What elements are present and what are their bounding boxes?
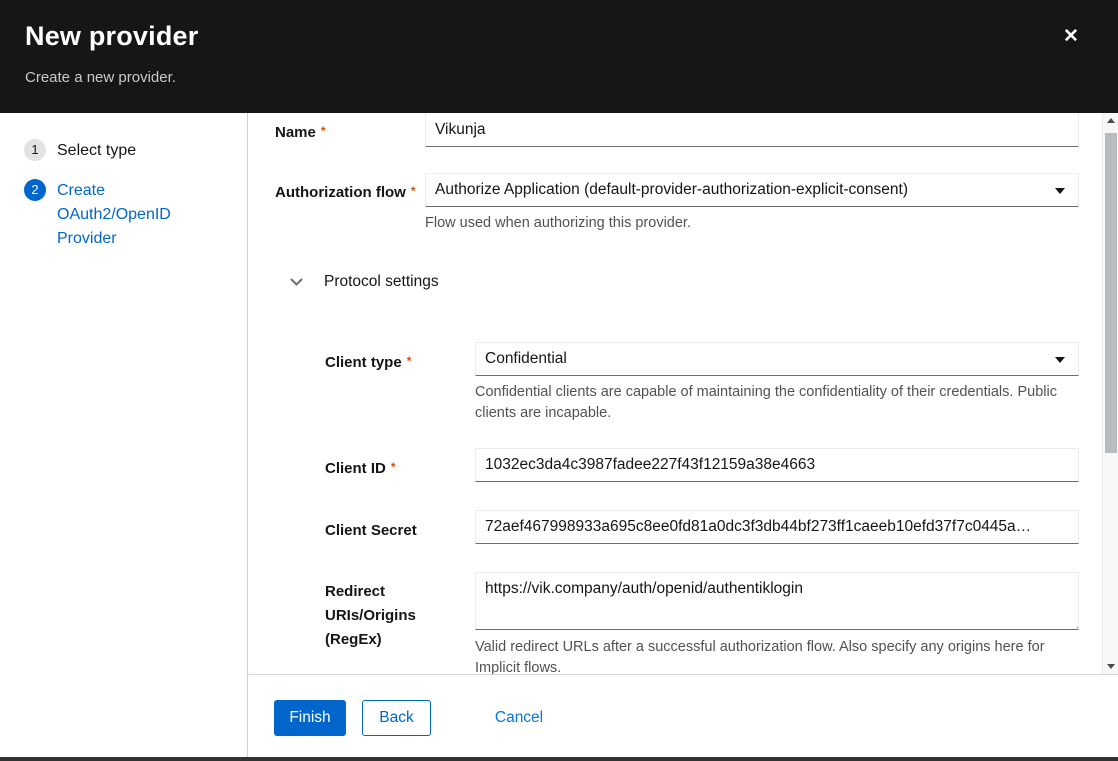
authorization-flow-help: Flow used when authorizing this provider… bbox=[425, 213, 1065, 234]
name-label: Name* bbox=[275, 121, 326, 145]
name-input[interactable] bbox=[425, 113, 1079, 147]
step-label: Create OAuth2/OpenID Provider bbox=[57, 179, 189, 251]
modal-header: New provider Create a new provider. ✕ bbox=[0, 0, 1118, 113]
client-type-select[interactable]: Confidential bbox=[475, 342, 1079, 376]
background-page-edge bbox=[0, 757, 1118, 761]
selected-option-label: Confidential bbox=[485, 350, 567, 368]
vertical-scrollbar-track[interactable] bbox=[1102, 113, 1118, 674]
close-button[interactable]: ✕ bbox=[1058, 24, 1084, 50]
wizard-step-create-provider[interactable]: 2 Create OAuth2/OpenID Provider bbox=[24, 179, 189, 251]
wizard-footer: Finish Back Cancel bbox=[249, 675, 1118, 757]
back-button[interactable]: Back bbox=[362, 700, 431, 736]
client-id-label: Client ID* bbox=[325, 457, 396, 481]
redirect-uris-textarea[interactable]: https://vik.company/auth/openid/authenti… bbox=[475, 572, 1079, 630]
scrollbar-thumb[interactable] bbox=[1105, 133, 1117, 453]
client-type-label: Client type* bbox=[325, 351, 411, 375]
close-icon: ✕ bbox=[1063, 26, 1079, 47]
dropdown-caret-icon bbox=[1055, 188, 1065, 194]
step-number-badge: 2 bbox=[24, 179, 46, 201]
authorization-flow-select[interactable]: Authorize Application (default-provider-… bbox=[425, 173, 1079, 207]
new-provider-modal: New provider Create a new provider. ✕ 1 … bbox=[0, 0, 1118, 761]
required-asterisk: * bbox=[321, 124, 326, 138]
wizard-step-select-type[interactable]: 1 Select type bbox=[24, 139, 189, 163]
finish-button[interactable]: Finish bbox=[274, 700, 346, 736]
page-subtitle: Create a new provider. bbox=[25, 69, 176, 86]
authorization-flow-label: Authorization flow* bbox=[275, 181, 415, 205]
wizard-sidebar: 1 Select type 2 Create OAuth2/OpenID Pro… bbox=[0, 113, 248, 757]
dropdown-caret-icon bbox=[1055, 357, 1065, 363]
step-label: Select type bbox=[57, 139, 189, 163]
selected-option-label: Authorize Application (default-provider-… bbox=[435, 181, 908, 199]
required-asterisk: * bbox=[391, 460, 396, 474]
scroll-up-icon bbox=[1107, 118, 1115, 123]
page-title: New provider bbox=[25, 21, 198, 52]
required-asterisk: * bbox=[411, 184, 416, 198]
required-asterisk: * bbox=[407, 354, 412, 368]
provider-form: Name* Authorization flow* Authorize Appl… bbox=[249, 113, 1102, 674]
redirect-uris-label: Redirect URIs/Origins (RegEx) bbox=[325, 580, 475, 652]
step-number-badge: 1 bbox=[24, 139, 46, 161]
client-secret-label: Client Secret bbox=[325, 519, 417, 543]
scrollbar-down-button[interactable] bbox=[1103, 658, 1118, 674]
client-type-help: Confidential clients are capable of main… bbox=[475, 382, 1071, 424]
scrollbar-up-button[interactable] bbox=[1103, 113, 1118, 129]
client-secret-input[interactable] bbox=[475, 510, 1079, 544]
redirect-uris-help: Valid redirect URLs after a successful a… bbox=[475, 637, 1079, 674]
scroll-down-icon bbox=[1107, 664, 1115, 669]
client-id-input[interactable] bbox=[475, 448, 1079, 482]
protocol-settings-toggle[interactable]: Protocol settings bbox=[290, 273, 439, 291]
cancel-button[interactable]: Cancel bbox=[489, 700, 549, 736]
chevron-down-icon bbox=[290, 275, 303, 290]
protocol-settings-label: Protocol settings bbox=[324, 273, 439, 291]
